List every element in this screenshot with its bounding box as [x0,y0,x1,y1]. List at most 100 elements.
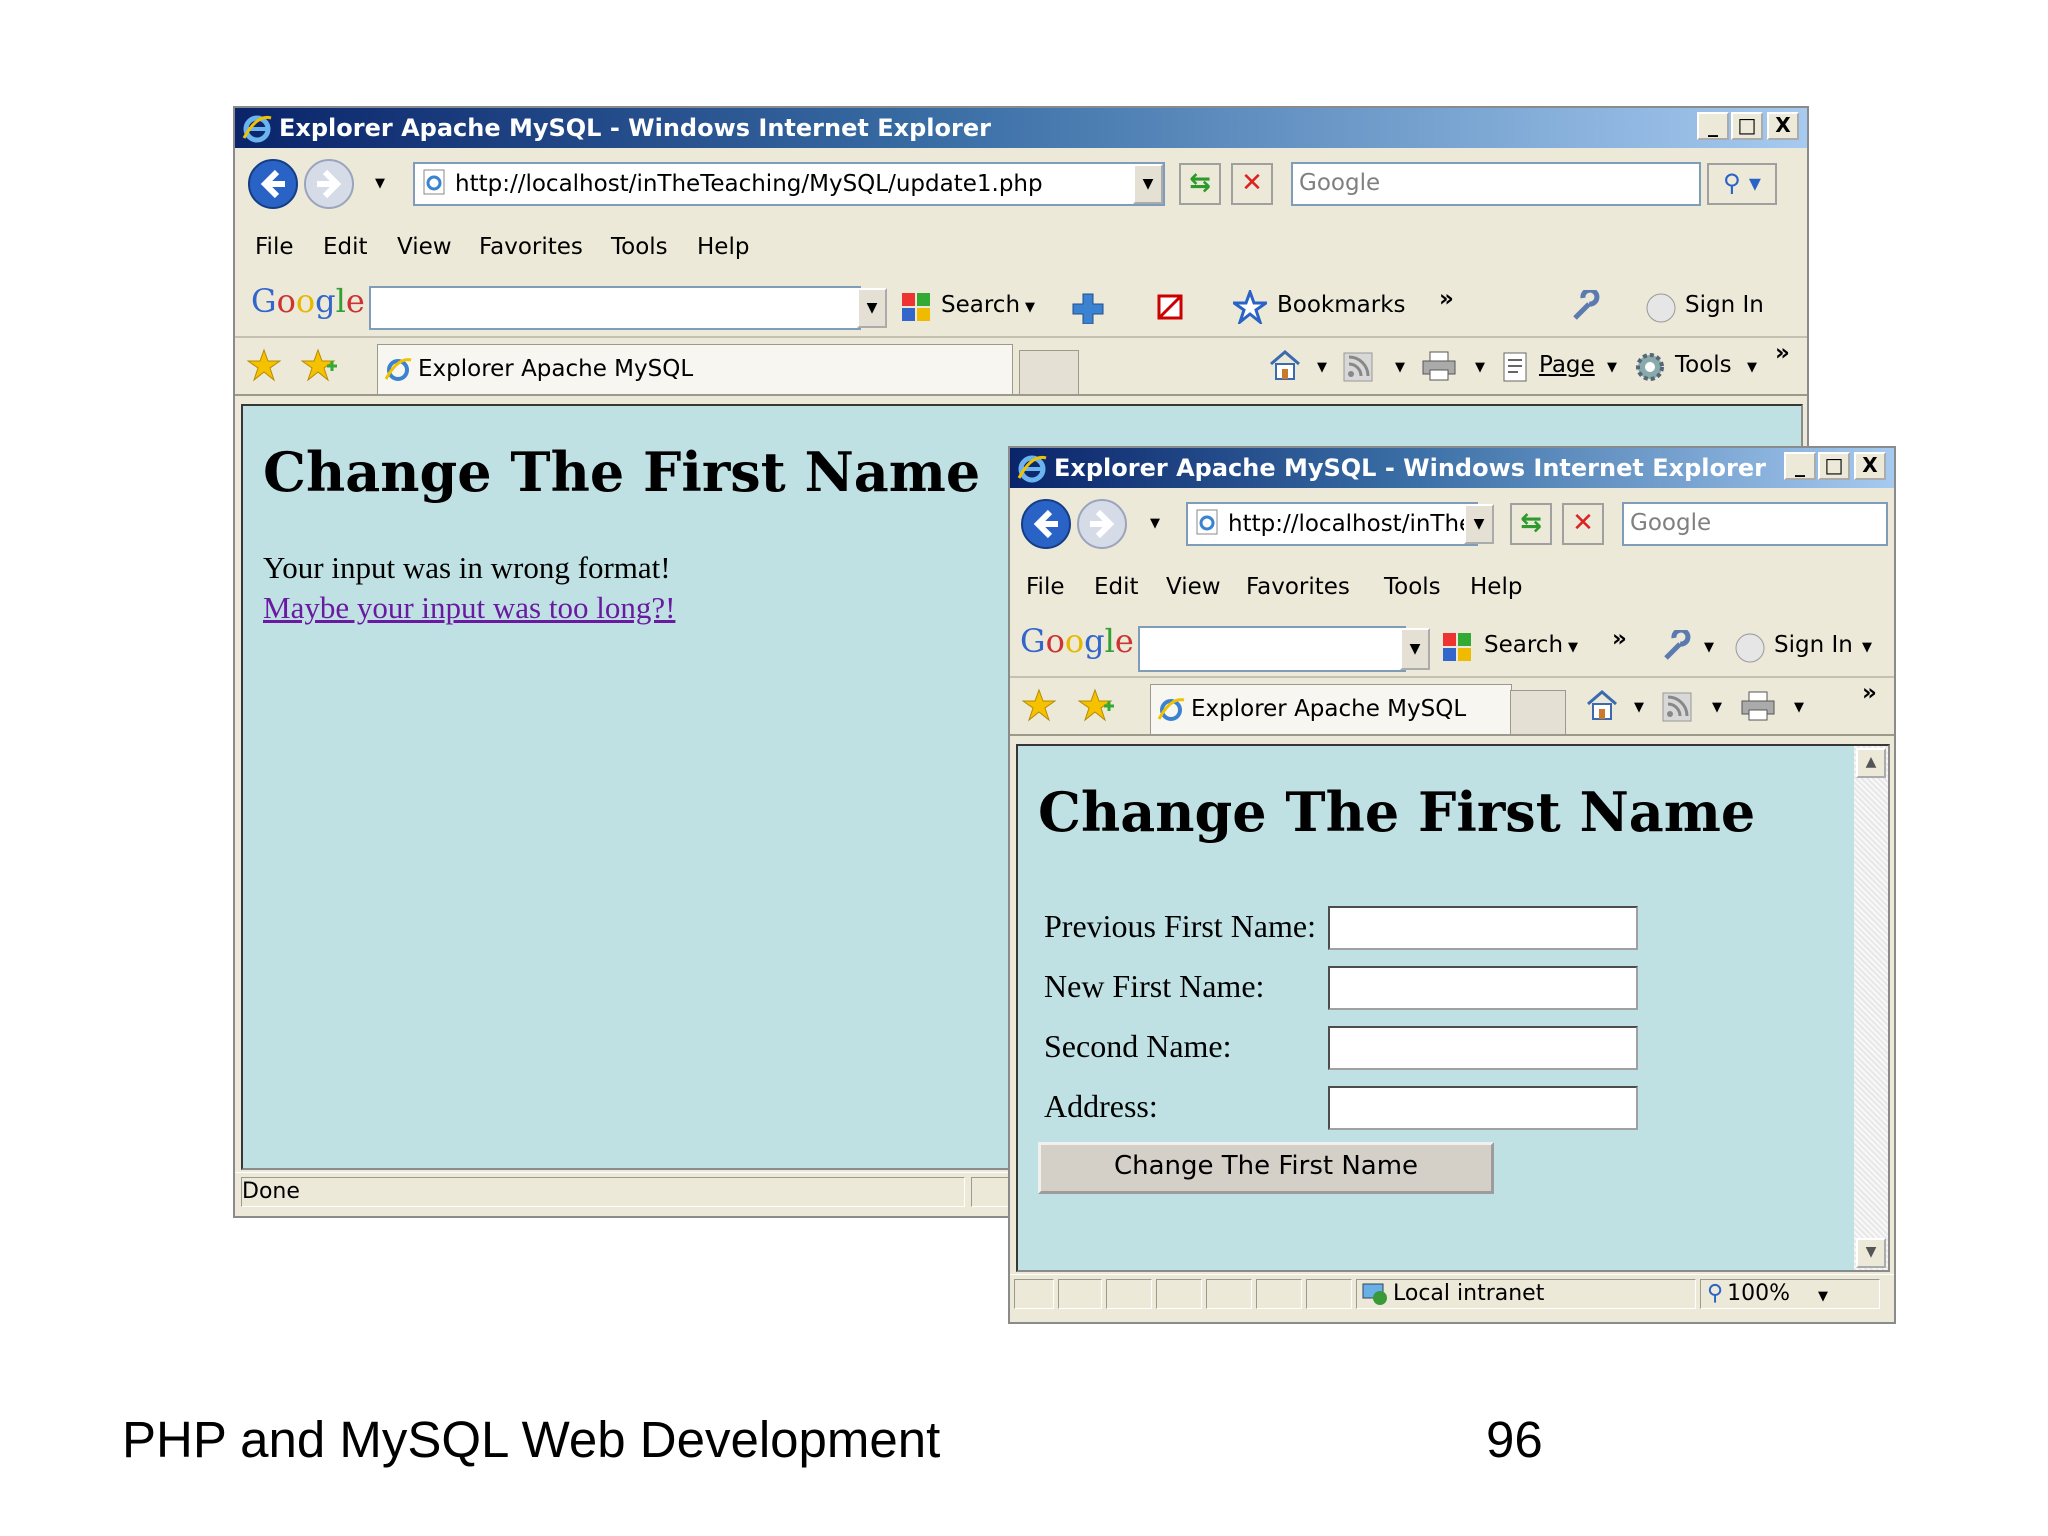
toolbar-more-chevron-icon[interactable]: » [1439,286,1454,312]
scroll-up-arrow-icon[interactable]: ▲ [1856,748,1886,778]
zoom-status-cell[interactable]: ⚲ 100% ▼ [1700,1279,1880,1309]
bookmarks-star-icon[interactable] [1233,290,1267,324]
back-google-search-input[interactable] [369,286,861,330]
back-maximize-button[interactable]: □ [1731,112,1763,140]
add-button-icon[interactable] [1071,292,1109,324]
feeds-icon[interactable] [1343,352,1373,382]
menu-favorites[interactable]: Favorites [479,234,583,260]
front-minimize-button[interactable]: _ [1784,452,1816,480]
back-address-bar[interactable]: http://localhost/inTheTeaching/MySQL/upd… [413,162,1165,206]
refresh-icon[interactable]: ⇆ [1510,503,1552,545]
menu-favorites[interactable]: Favorites [1246,574,1350,600]
front-signin-button[interactable]: Sign In [1774,632,1853,658]
back-icon[interactable] [247,158,299,210]
home-icon[interactable] [1584,688,1620,722]
home-chevron-down-icon[interactable]: ▼ [1317,360,1327,375]
wrench-icon[interactable] [1660,630,1694,664]
tools-chevron-down-icon[interactable]: ▼ [1747,360,1757,375]
menu-file[interactable]: File [255,234,294,260]
new-first-name-input[interactable] [1328,966,1638,1010]
front-navigation-bar: ▼ http://localhost/inThe ▼ ⇆ ✕ Google [1010,488,1894,561]
wrench-chevron-down-icon[interactable]: ▼ [1704,640,1714,655]
print-chevron-down-icon[interactable]: ▼ [1475,360,1485,375]
forward-icon[interactable] [1076,498,1128,550]
change-first-name-submit-button[interactable]: Change The First Name [1038,1142,1494,1194]
back-status-text: Done [241,1177,965,1207]
front-search-input[interactable]: Google [1622,502,1888,546]
refresh-icon[interactable]: ⇆ [1179,163,1221,205]
home-icon[interactable] [1267,348,1303,382]
recent-pages-chevron-down-icon[interactable]: ▼ [375,176,385,191]
front-google-search-dropdown[interactable]: ▼ [1400,628,1430,670]
commandbar-more-chevron-icon[interactable]: » [1862,680,1877,706]
back-icon[interactable] [1020,498,1072,550]
second-name-input[interactable] [1328,1026,1638,1070]
popup-blocker-icon[interactable] [1155,292,1189,324]
feeds-chevron-down-icon[interactable]: ▼ [1712,700,1722,715]
menu-help[interactable]: Help [697,234,749,260]
zoom-level: 100% [1727,1281,1791,1306]
front-new-tab-button[interactable] [1510,690,1566,734]
print-icon[interactable] [1740,690,1776,722]
back-new-tab-button[interactable] [1019,350,1079,394]
front-maximize-button[interactable]: □ [1818,452,1850,480]
back-google-search-dropdown[interactable]: ▼ [857,288,887,328]
back-minimize-button[interactable]: _ [1697,112,1729,140]
back-menu-bar: File Edit View Favorites Tools Help [235,220,1807,277]
feeds-icon[interactable] [1662,692,1692,722]
menu-view[interactable]: View [397,234,452,260]
front-active-tab[interactable]: Explorer Apache MySQL [1150,684,1512,734]
front-google-search-input[interactable] [1138,626,1406,672]
favorites-star-icon[interactable] [1022,688,1056,722]
front-menu-bar: File Edit View Favorites Tools Help [1010,560,1894,617]
previous-first-name-input[interactable] [1328,906,1638,950]
recent-pages-chevron-down-icon[interactable]: ▼ [1150,516,1160,531]
toolbar-more-chevron-icon[interactable]: » [1612,626,1627,652]
menu-edit[interactable]: Edit [1094,574,1139,600]
stop-icon[interactable]: ✕ [1562,503,1604,545]
scroll-down-arrow-icon[interactable]: ▼ [1856,1238,1886,1268]
front-status-bar: Local intranet ⚲ 100% ▼ [1010,1274,1894,1322]
favorites-star-icon[interactable] [247,348,281,382]
front-vertical-scrollbar[interactable] [1854,746,1888,1270]
menu-tools[interactable]: Tools [611,234,668,260]
search-options-chevron-down-icon[interactable]: ▼ [1568,640,1578,655]
wrench-icon[interactable] [1569,290,1603,324]
status-segment [1206,1279,1252,1309]
menu-help[interactable]: Help [1470,574,1522,600]
menu-file[interactable]: File [1026,574,1065,600]
search-options-chevron-down-icon[interactable]: ▼ [1025,300,1035,315]
zoom-chevron-down-icon[interactable]: ▼ [1818,1289,1828,1304]
page-chevron-down-icon[interactable]: ▼ [1607,360,1617,375]
commandbar-more-chevron-icon[interactable]: » [1775,340,1790,366]
back-navigation-bar: ▼ http://localhost/inTheTeaching/MySQL/u… [235,148,1807,221]
error-hint-link[interactable]: Maybe your input was too long?! [263,590,675,626]
menu-tools[interactable]: Tools [1384,574,1441,600]
back-close-button[interactable]: X [1767,112,1799,140]
back-signin-button[interactable]: Sign In [1685,292,1764,318]
signin-chevron-down-icon[interactable]: ▼ [1862,640,1872,655]
menu-view[interactable]: View [1166,574,1221,600]
add-favorite-icon[interactable] [1078,688,1116,722]
print-icon[interactable] [1421,350,1457,382]
front-address-bar[interactable]: http://localhost/inThe [1186,502,1478,546]
home-chevron-down-icon[interactable]: ▼ [1634,700,1644,715]
front-address-dropdown[interactable]: ▼ [1464,504,1494,544]
back-active-tab[interactable]: Explorer Apache MySQL [377,344,1013,394]
menu-edit[interactable]: Edit [323,234,368,260]
print-chevron-down-icon[interactable]: ▼ [1794,700,1804,715]
tools-menu-button[interactable]: Tools [1675,352,1732,378]
address-input[interactable] [1328,1086,1638,1130]
back-address-dropdown[interactable]: ▼ [1133,164,1163,204]
search-icon[interactable]: ⚲ ▾ [1707,163,1777,205]
add-favorite-icon[interactable] [301,348,339,382]
feeds-chevron-down-icon[interactable]: ▼ [1395,360,1405,375]
stop-icon[interactable]: ✕ [1231,163,1273,205]
page-menu-button[interactable]: Page [1539,352,1595,378]
back-google-search-button[interactable]: Search [941,292,1020,318]
front-google-search-button[interactable]: Search [1484,632,1563,658]
back-search-input[interactable]: Google [1291,162,1701,206]
front-close-button[interactable]: X [1854,452,1886,480]
bookmarks-button[interactable]: Bookmarks [1277,292,1406,318]
forward-icon[interactable] [303,158,355,210]
